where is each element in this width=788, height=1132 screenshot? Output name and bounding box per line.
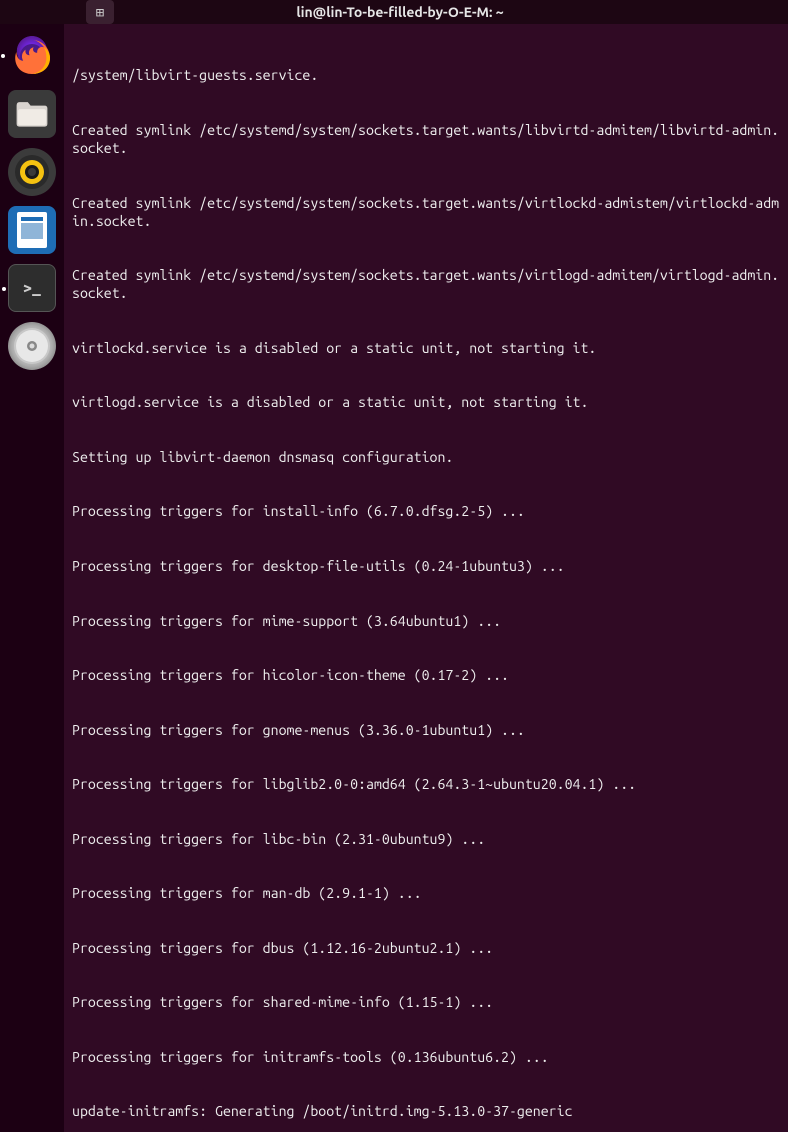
terminal-line: Created symlink /etc/systemd/system/sock… [72,266,784,302]
terminal-line: Processing triggers for desktop-file-uti… [72,557,784,575]
firefox-icon [12,36,52,76]
dock-files[interactable] [8,90,56,138]
terminal-line: Processing triggers for gnome-menus (3.3… [72,721,784,739]
dock-firefox[interactable] [8,32,56,80]
terminal-line: update-initramfs: Generating /boot/initr… [72,1102,784,1120]
terminal-line: Processing triggers for initramfs-tools … [72,1048,784,1066]
disk-icon [12,326,52,366]
terminal-line: Created symlink /etc/systemd/system/sock… [72,121,784,157]
terminal-line: Processing triggers for libc-bin (2.31-0… [72,830,784,848]
titlebar: ⊞ lin@lin-To-be-filled-by-O-E-M: ~ [0,0,788,24]
terminal-line: Processing triggers for dbus (1.12.16-2u… [72,939,784,957]
dock-disks[interactable] [8,322,56,370]
terminal-line: /system/libvirt-guests.service. [72,66,784,84]
dock: >_ [0,24,64,1132]
terminal-line: Processing triggers for install-info (6.… [72,502,784,520]
dock-terminal[interactable]: >_ [8,264,56,312]
terminal-line: virtlogd.service is a disabled or a stat… [72,393,784,411]
terminal-icon: >_ [23,279,41,297]
terminal-line: Processing triggers for hicolor-icon-the… [72,666,784,684]
dock-rhythmbox[interactable] [8,148,56,196]
terminal-line: virtlockd.service is a disabled or a sta… [72,339,784,357]
terminal-line: Created symlink /etc/systemd/system/sock… [72,194,784,230]
speaker-icon [14,154,50,190]
terminal-line: Processing triggers for man-db (2.9.1-1)… [72,884,784,902]
terminal-line: Processing triggers for shared-mime-info… [72,993,784,1011]
terminal-output-area[interactable]: /system/libvirt-guests.service. Created … [64,24,788,1132]
dock-libreoffice-writer[interactable] [8,206,56,254]
terminal-line: Processing triggers for libglib2.0-0:amd… [72,775,784,793]
document-icon [17,212,47,248]
folder-icon [15,100,49,128]
window-title: lin@lin-To-be-filled-by-O-E-M: ~ [12,4,788,20]
terminal-line: Processing triggers for mime-support (3.… [72,612,784,630]
terminal-line: Setting up libvirt-daemon dnsmasq config… [72,448,784,466]
